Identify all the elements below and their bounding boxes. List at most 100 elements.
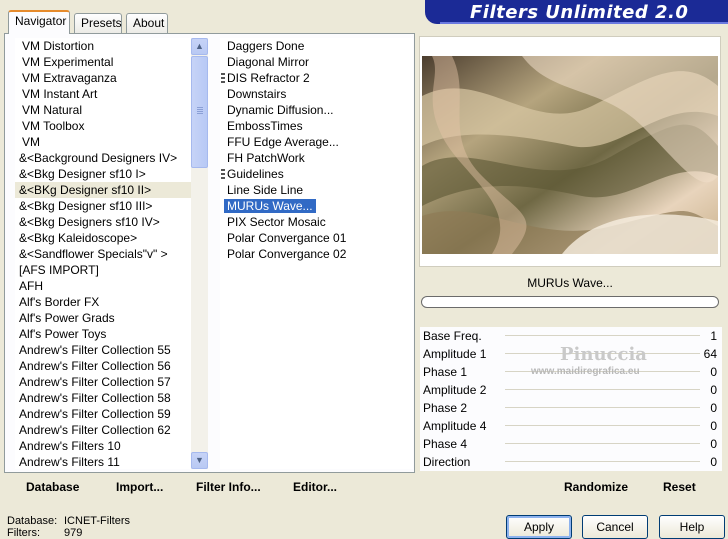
randomize-button[interactable]: Randomize — [564, 480, 628, 494]
category-item[interactable]: [AFS IMPORT] — [15, 262, 191, 278]
filter-item[interactable]: EmbossTimes — [220, 118, 413, 134]
param-row[interactable]: Direction 0 — [420, 453, 722, 471]
category-item[interactable]: VM — [15, 134, 191, 150]
category-list[interactable]: VM Distortion VM Experimental VM Extravaga… — [15, 38, 191, 469]
filter-item[interactable]: Diagonal Mirror — [220, 54, 413, 70]
param-value: 0 — [710, 365, 717, 379]
import-button[interactable]: Import... — [116, 480, 163, 494]
category-item[interactable]: VM Instant Art — [15, 86, 191, 102]
category-item[interactable]: Alf's Power Grads — [15, 310, 191, 326]
param-label: Direction — [423, 455, 471, 469]
category-item[interactable]: VM Extravaganza — [15, 70, 191, 86]
scroll-thumb[interactable] — [191, 56, 208, 168]
category-item[interactable]: &<Bkg Designer sf10 I> — [15, 166, 191, 182]
filter-item[interactable]: DIS Refractor 2 — [220, 70, 413, 86]
param-value: 0 — [710, 455, 717, 469]
filter-item-label: FFU Edge Average... — [227, 135, 339, 149]
category-item[interactable]: Andrew's Filter Collection 59 — [15, 406, 191, 422]
filter-item-label: Downstairs — [227, 87, 287, 101]
current-filter-name: MURUs Wave... — [527, 276, 613, 290]
param-row[interactable]: Amplitude 2 0 — [420, 381, 722, 399]
filter-item[interactable]: Polar Convergance 02 — [220, 246, 413, 262]
filter-item-label: Polar Convergance 02 — [227, 247, 347, 261]
filter-info-button[interactable]: Filter Info... — [196, 480, 261, 494]
filter-item[interactable]: Guidelines — [220, 166, 413, 182]
filter-list[interactable]: Daggers Done Diagonal Mirror DIS Refractor… — [220, 38, 413, 469]
filter-item-label: Diagonal Mirror — [227, 55, 310, 69]
database-value: ICNET-Filters — [64, 515, 130, 527]
category-scrollbar[interactable]: ▲ ▼ — [191, 38, 208, 469]
grip-icon — [221, 72, 225, 85]
param-value: 0 — [710, 401, 717, 415]
filter-item[interactable]: PIX Sector Mosaic — [220, 214, 413, 230]
param-slider-track[interactable] — [505, 443, 700, 444]
filter-item-label: Daggers Done — [227, 39, 305, 53]
param-row[interactable]: Amplitude 4 0 — [420, 417, 722, 435]
param-value: 0 — [710, 419, 717, 433]
scroll-down-button[interactable]: ▼ — [191, 452, 208, 469]
param-label: Base Freq. — [423, 329, 482, 343]
category-item[interactable]: &<Bkg Kaleidoscope> — [15, 230, 191, 246]
filter-item-label: DIS Refractor 2 — [227, 71, 310, 85]
param-row[interactable]: Phase 4 0 — [420, 435, 722, 453]
cancel-button[interactable]: Cancel — [582, 515, 648, 539]
category-item[interactable]: VM Natural — [15, 102, 191, 118]
tab-presets[interactable]: Presets — [74, 13, 122, 33]
help-button[interactable]: Help — [659, 515, 725, 539]
scroll-up-button[interactable]: ▲ — [191, 38, 208, 55]
filter-item[interactable]: Daggers Done — [220, 38, 413, 54]
filter-item-label: Dynamic Diffusion... — [227, 103, 334, 117]
category-item[interactable]: Andrew's Filter Collection 58 — [15, 390, 191, 406]
param-slider-track[interactable] — [505, 407, 700, 408]
param-row[interactable]: Base Freq. 1 — [420, 327, 722, 345]
param-row[interactable]: Phase 2 0 — [420, 399, 722, 417]
database-label: Database: — [7, 515, 58, 527]
category-item[interactable]: &<Bkg Designer sf10 III> — [15, 198, 191, 214]
category-item[interactable]: &<BKg Designer sf10 II> — [15, 182, 191, 198]
filter-item-label: Polar Convergance 01 — [227, 231, 347, 245]
filter-item-label: Guidelines — [227, 167, 284, 181]
wave-preview-graphic — [422, 56, 718, 254]
category-item[interactable]: VM Toolbox — [15, 118, 191, 134]
category-item[interactable]: VM Experimental — [15, 54, 191, 70]
category-item[interactable]: Andrew's Filters 11 — [15, 454, 191, 469]
preview-image[interactable] — [422, 56, 718, 254]
category-item[interactable]: Andrew's Filter Collection 55 — [15, 342, 191, 358]
category-item[interactable]: Andrew's Filter Collection 57 — [15, 374, 191, 390]
param-label: Amplitude 1 — [423, 347, 487, 361]
filter-item[interactable]: FFU Edge Average... — [220, 134, 413, 150]
category-item[interactable]: AFH — [15, 278, 191, 294]
category-item[interactable]: &<Bkg Designers sf10 IV> — [15, 214, 191, 230]
filter-item[interactable]: MURUs Wave... — [220, 198, 413, 214]
category-item[interactable]: Andrew's Filter Collection 56 — [15, 358, 191, 374]
editor-button[interactable]: Editor... — [293, 480, 337, 494]
param-slider-track[interactable] — [505, 335, 700, 336]
category-item[interactable]: VM Distortion — [15, 38, 191, 54]
category-item[interactable]: Alf's Power Toys — [15, 326, 191, 342]
scroll-thumb-grip-icon — [197, 107, 203, 115]
reset-button[interactable]: Reset — [663, 480, 696, 494]
param-slider-track[interactable] — [505, 425, 700, 426]
filter-item[interactable]: Polar Convergance 01 — [220, 230, 413, 246]
filters-count-label: Filters: — [7, 527, 40, 539]
filter-item[interactable]: Downstairs — [220, 86, 413, 102]
app-title: Filters Unlimited 2.0 — [470, 2, 689, 23]
tab-about[interactable]: About — [126, 13, 168, 33]
category-item[interactable]: Andrew's Filter Collection 62 — [15, 422, 191, 438]
category-item[interactable]: Andrew's Filters 10 — [15, 438, 191, 454]
category-item[interactable]: &<Background Designers IV> — [15, 150, 191, 166]
filter-item[interactable]: Dynamic Diffusion... — [220, 102, 413, 118]
filter-item[interactable]: FH PatchWork — [220, 150, 413, 166]
filter-item-label: EmbossTimes — [227, 119, 303, 133]
param-slider-track[interactable] — [505, 461, 700, 462]
filter-item-label: FH PatchWork — [227, 151, 305, 165]
category-item[interactable]: &<Sandflower Specials"v" > — [15, 246, 191, 262]
apply-button[interactable]: Apply — [506, 515, 572, 539]
param-label: Phase 1 — [423, 365, 468, 379]
category-item[interactable]: Alf's Border FX — [15, 294, 191, 310]
watermark-url: www.maidiregrafica.eu — [531, 366, 640, 377]
param-slider-track[interactable] — [505, 389, 700, 390]
filter-item[interactable]: Line Side Line — [220, 182, 413, 198]
tab-navigator[interactable]: Navigator — [8, 10, 70, 34]
database-button[interactable]: Database — [26, 480, 79, 494]
